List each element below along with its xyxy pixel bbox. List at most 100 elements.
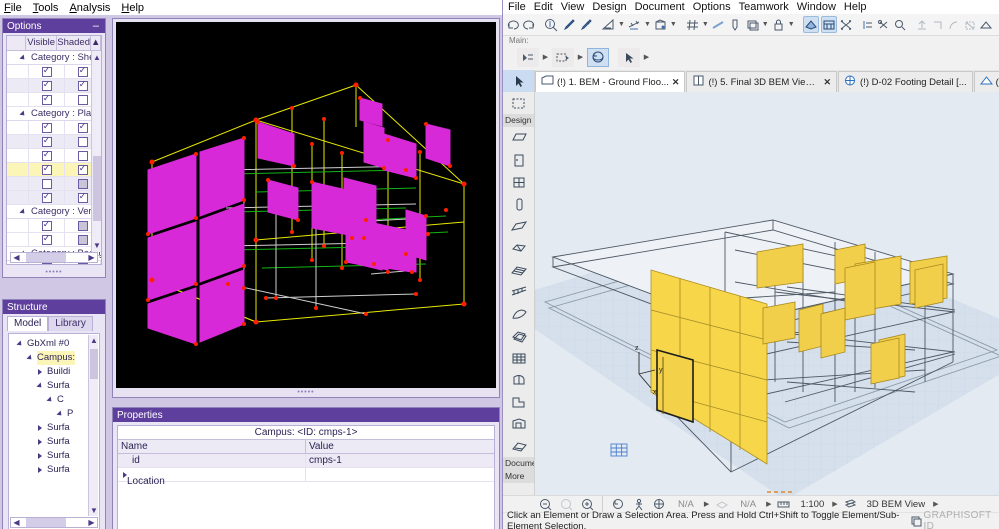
chevron-down-icon[interactable]: ▶ (577, 53, 584, 61)
dimension-icon[interactable] (627, 16, 642, 33)
scroll-up-arrow-icon[interactable]: ▲ (90, 336, 98, 345)
scale-dropdown-icon[interactable]: ▶ (832, 500, 837, 508)
expand-arrow-icon[interactable] (26, 354, 34, 362)
options-item-row[interactable] (7, 177, 101, 191)
visible-checkbox[interactable] (41, 178, 52, 189)
shaded-checkbox[interactable] (77, 192, 88, 203)
hscroll-track[interactable] (22, 253, 86, 262)
options-item-row[interactable] (7, 163, 101, 177)
shaded-checkbox[interactable] (77, 178, 88, 189)
shaded-checkbox[interactable] (77, 94, 88, 105)
collapse-arrow-icon[interactable] (38, 439, 42, 445)
visible-checkbox[interactable] (41, 164, 52, 175)
window-icon[interactable] (503, 171, 534, 193)
mesh-icon[interactable] (503, 347, 534, 369)
ac-menu-window[interactable]: Window (797, 1, 836, 13)
expand-arrow-icon[interactable] (16, 340, 24, 348)
options-item-row[interactable] (7, 93, 101, 107)
chevron-down-icon[interactable]: ▶ (542, 53, 549, 61)
railing-icon[interactable] (503, 281, 534, 303)
ac-menu-edit[interactable]: Edit (534, 1, 553, 13)
palette-resize-grip[interactable]: ••••• (3, 269, 105, 276)
options-item-row[interactable] (7, 219, 101, 233)
pointer-tool-icon[interactable] (618, 47, 640, 67)
elevation-view-icon[interactable] (820, 16, 837, 33)
snap-settings-icon[interactable] (653, 16, 668, 33)
options-category-row[interactable]: Category : Shell (7, 51, 101, 65)
lamp-icon[interactable] (503, 435, 534, 457)
collapse-arrow-icon[interactable] (38, 453, 42, 459)
ac-menu-help[interactable]: Help (844, 1, 867, 13)
scroll-down-arrow-icon[interactable]: ▼ (93, 241, 101, 250)
minimize-icon[interactable]: – (93, 21, 101, 32)
ac-menu-design[interactable]: Design (592, 1, 626, 13)
visible-checkbox[interactable] (41, 234, 52, 245)
visible-checkbox[interactable] (41, 150, 52, 161)
options-horizontal-scrollbar[interactable]: ◀ ▶ (10, 252, 98, 263)
tree-node[interactable]: Campus: (12, 351, 88, 365)
shaded-checkbox[interactable] (77, 80, 88, 91)
slab-icon[interactable] (503, 127, 534, 149)
view-name[interactable]: 3D BEM View (863, 499, 929, 510)
elevate-icon[interactable] (915, 16, 929, 33)
scroll-right-icon[interactable]: ▶ (86, 253, 97, 262)
fillet-icon[interactable] (947, 16, 961, 33)
hscroll-thumb[interactable] (26, 253, 66, 262)
trim-icon[interactable] (877, 16, 891, 33)
property-value[interactable]: cmps-1 (306, 454, 494, 467)
scroll-up-icon[interactable]: ▲ (91, 36, 101, 50)
visible-checkbox-cell[interactable] (29, 93, 65, 106)
visible-checkbox-cell[interactable] (29, 163, 65, 176)
redo-icon[interactable] (522, 16, 536, 33)
scrollbar-thumb[interactable] (90, 349, 98, 379)
properties-col-value[interactable]: Value (306, 440, 494, 453)
tree-node[interactable]: Surfa (12, 463, 88, 477)
options-item-row[interactable] (7, 149, 101, 163)
chevron-down-icon[interactable]: ▼ (644, 21, 651, 28)
pen-value[interactable]: N/A (672, 499, 700, 510)
visible-checkbox[interactable] (41, 192, 52, 203)
visible-checkbox[interactable] (41, 122, 52, 133)
structure-tab-model[interactable]: Model (7, 316, 49, 331)
visible-checkbox-cell[interactable] (29, 135, 65, 148)
collapse-arrow-icon[interactable] (38, 425, 42, 431)
pen-dropdown-icon[interactable]: ▶ (704, 500, 709, 508)
ac-menu-view[interactable]: View (561, 1, 585, 13)
roof-icon[interactable] (503, 237, 534, 259)
shaded-checkbox[interactable] (77, 66, 88, 77)
options-item-row[interactable] (7, 79, 101, 93)
beam-icon[interactable] (503, 215, 534, 237)
ac-tab-1[interactable]: (!) 5. Final 3D BEM View ... ✕ (686, 71, 838, 92)
morph-icon[interactable] (503, 325, 534, 347)
layer-dropdown-icon[interactable]: ▶ (766, 500, 771, 508)
structure-tab-library[interactable]: Library (48, 316, 93, 331)
visible-checkbox-cell[interactable] (29, 79, 65, 92)
visible-checkbox-cell[interactable] (29, 177, 65, 190)
visible-checkbox[interactable] (41, 80, 52, 91)
view-dropdown-icon[interactable]: ▶ (933, 500, 938, 508)
stair-icon[interactable] (503, 259, 534, 281)
properties-row[interactable]: id cmps-1 (118, 454, 494, 468)
visible-checkbox[interactable] (41, 220, 52, 231)
expand-arrow-icon[interactable] (56, 410, 64, 418)
orbit-tool-icon[interactable] (587, 47, 609, 67)
guide-line-icon[interactable] (711, 16, 726, 33)
ac-menu-file[interactable]: File (508, 1, 526, 13)
property-value[interactable] (306, 468, 494, 481)
visible-checkbox[interactable] (41, 136, 52, 147)
tree-node[interactable]: Surfa (12, 379, 88, 393)
copy-icon[interactable] (909, 514, 923, 529)
3d-view-icon[interactable] (802, 16, 819, 33)
arrow-select-icon[interactable] (503, 70, 534, 92)
options-col-shaded[interactable]: Shaded (57, 36, 91, 50)
close-icon[interactable]: ✕ (823, 77, 831, 88)
options-item-row[interactable] (7, 135, 101, 149)
options-category-row[interactable]: Category : Planar (7, 107, 101, 121)
magnify-element-icon[interactable] (893, 16, 907, 33)
scale-value[interactable]: 1:100 (796, 499, 828, 510)
properties-col-name[interactable]: Name (118, 440, 306, 453)
ac-menu-document[interactable]: Document (635, 1, 685, 13)
ac-tab-2[interactable]: (!) D-02 Footing Detail [... (838, 71, 973, 92)
ac-tab-0[interactable]: (!) 1. BEM - Ground Floo... ✕ (535, 71, 686, 92)
layers-icon[interactable] (745, 16, 760, 33)
